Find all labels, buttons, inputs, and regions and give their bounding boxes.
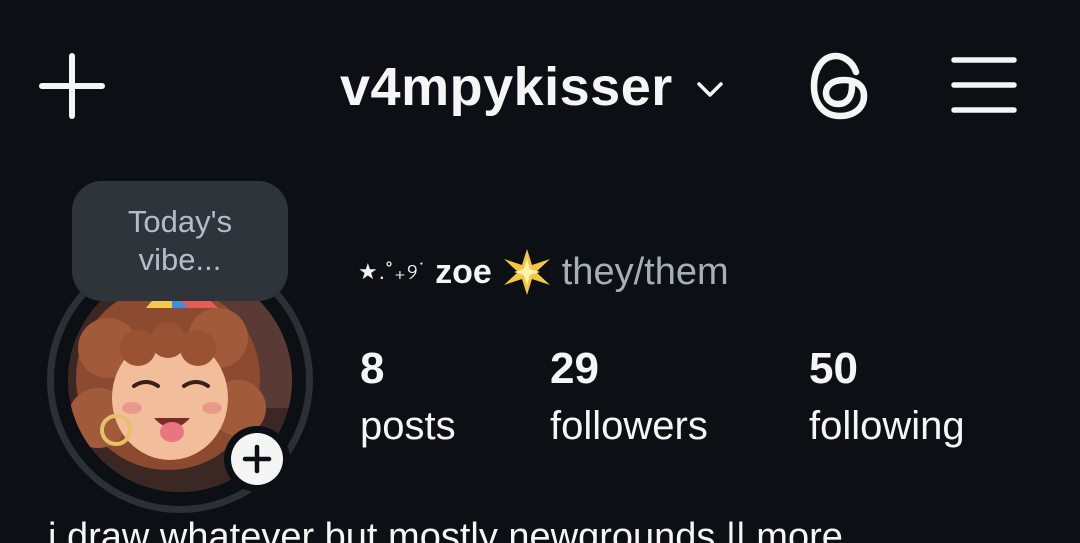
bio: i draw whatever but mostly newgrounds ||…	[48, 508, 1080, 543]
top-bar: v4mpykisser	[0, 0, 1080, 170]
threads-button[interactable]	[806, 50, 874, 122]
account-switcher[interactable]: v4mpykisser	[340, 52, 727, 122]
followers-count: 29	[550, 344, 599, 393]
note-text-line2: vibe...	[138, 242, 222, 277]
following-count: 50	[809, 344, 858, 393]
note-bubble[interactable]: Today's vibe...	[72, 181, 288, 301]
plus-icon	[231, 433, 283, 485]
note-text-line1: Today's	[127, 204, 233, 239]
profile-page: v4mpykisser Today's vibe... ★.˚₊୨˙ zoe t…	[0, 0, 1080, 543]
followers-stat[interactable]: 29 followers	[550, 340, 708, 454]
display-name-row: ★.˚₊୨˙ zoe they/them	[358, 246, 729, 298]
bio-more-link[interactable]: more	[756, 516, 843, 543]
menu-button[interactable]	[948, 52, 1020, 118]
add-story-button[interactable]	[224, 426, 290, 492]
glowing-star-emoji	[503, 249, 550, 295]
create-button[interactable]	[38, 52, 106, 120]
display-name: zoe	[435, 252, 492, 291]
posts-count: 8	[360, 344, 385, 393]
following-stat[interactable]: 50 following	[809, 340, 965, 454]
following-label: following	[809, 404, 965, 448]
plus-icon	[39, 53, 105, 119]
chevron-down-icon	[697, 82, 723, 97]
name-decoration: ★.˚₊୨˙	[358, 259, 428, 284]
bio-text: i draw whatever but mostly newgrounds ||	[48, 516, 746, 543]
hamburger-menu-icon	[951, 57, 1017, 113]
posts-stat[interactable]: 8 posts	[360, 340, 456, 454]
posts-label: posts	[360, 404, 456, 448]
pronouns: they/them	[561, 250, 729, 293]
username: v4mpykisser	[340, 57, 673, 117]
threads-icon	[810, 52, 868, 120]
followers-label: followers	[550, 404, 708, 448]
